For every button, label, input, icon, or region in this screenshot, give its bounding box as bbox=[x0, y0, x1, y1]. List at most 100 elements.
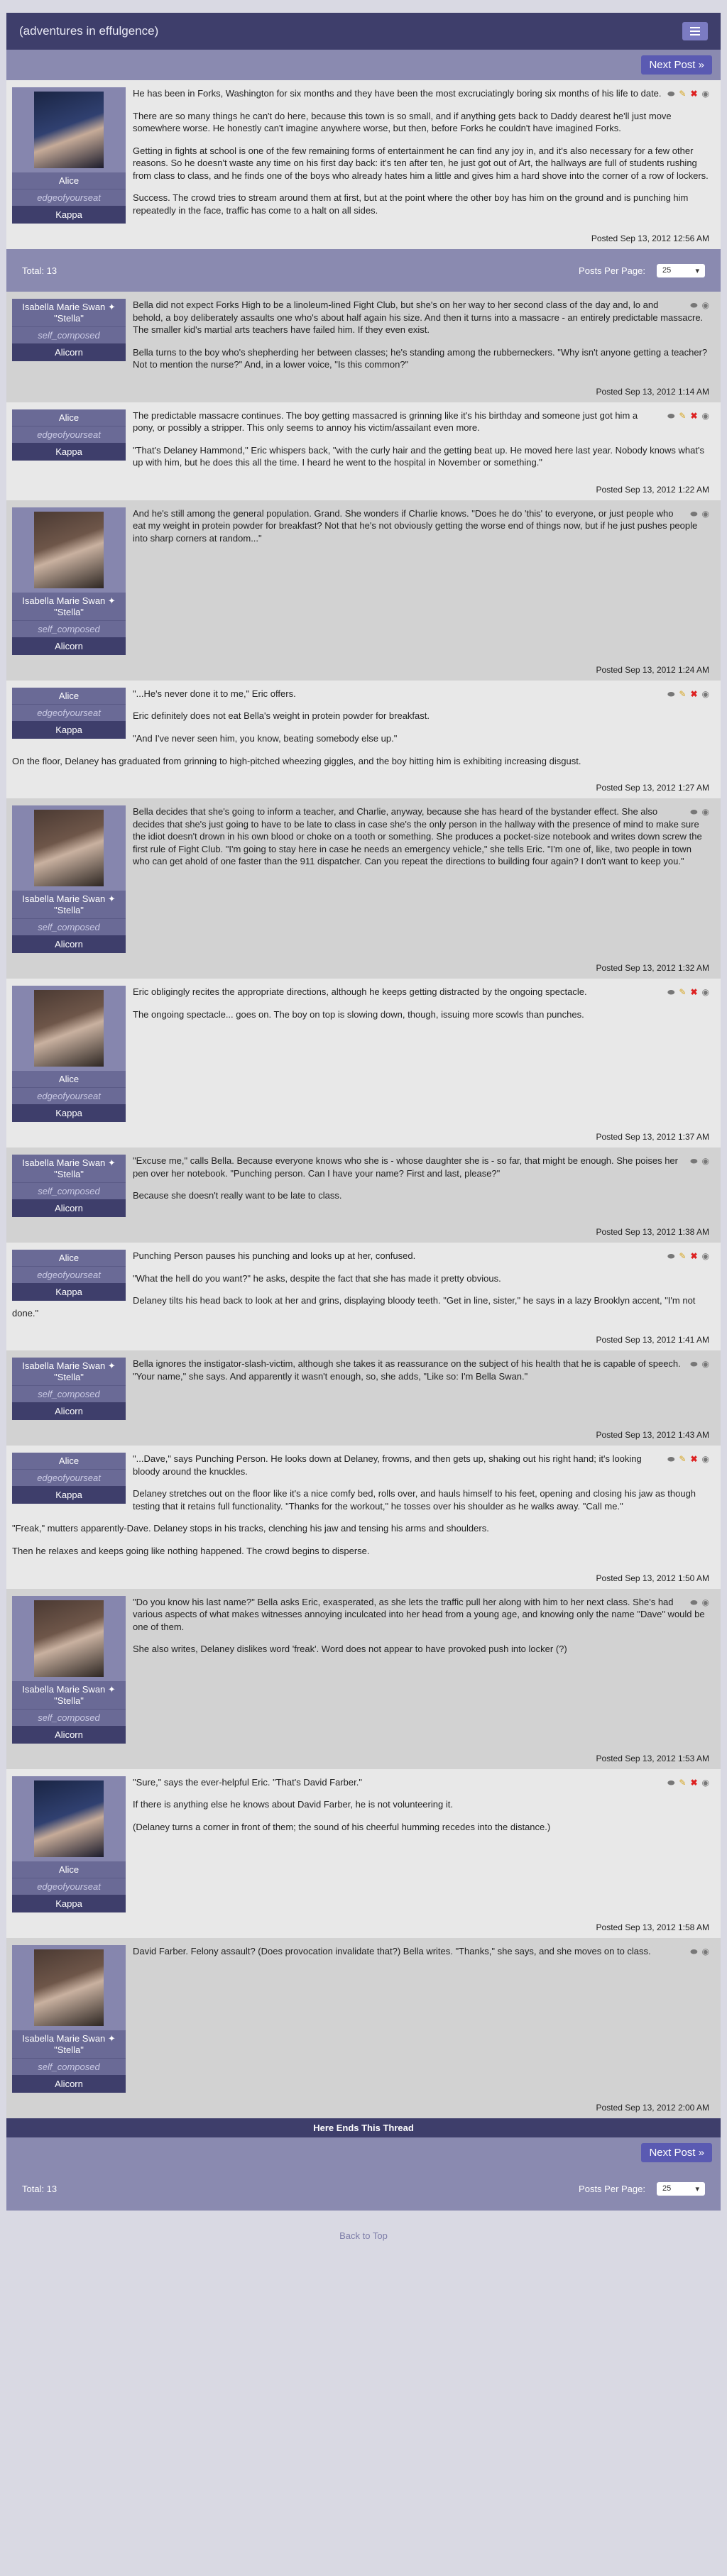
edit-icon[interactable]: ✎ bbox=[679, 987, 686, 998]
link-icon[interactable]: ⬬ bbox=[667, 1778, 674, 1788]
delete-icon[interactable]: ✖ bbox=[690, 89, 697, 99]
link-icon[interactable]: ⬬ bbox=[690, 300, 697, 311]
eye-icon[interactable]: ◉ bbox=[702, 300, 709, 311]
character-handle[interactable]: self_composed bbox=[12, 2057, 126, 2075]
site-title[interactable]: (adventures in effulgence) bbox=[19, 24, 158, 38]
character-community[interactable]: Kappa bbox=[12, 1104, 126, 1123]
character-community[interactable]: Alicorn bbox=[12, 1199, 126, 1218]
character-name[interactable]: Alice bbox=[12, 172, 126, 189]
post-actions: ⬬ ◉ bbox=[690, 1359, 709, 1370]
eye-icon[interactable]: ◉ bbox=[702, 1156, 709, 1167]
eye-icon[interactable]: ◉ bbox=[702, 509, 709, 519]
character-name[interactable]: Alice bbox=[12, 1250, 126, 1267]
character-community[interactable]: Kappa bbox=[12, 720, 126, 739]
eye-icon[interactable]: ◉ bbox=[702, 411, 709, 422]
character-name[interactable]: Alice bbox=[12, 409, 126, 426]
link-icon[interactable]: ⬬ bbox=[690, 1947, 697, 1957]
character-handle[interactable]: self_composed bbox=[12, 1385, 126, 1403]
character-name[interactable]: Alice bbox=[12, 1453, 126, 1470]
link-icon[interactable]: ⬬ bbox=[667, 1251, 674, 1262]
character-handle[interactable]: edgeofyourseat bbox=[12, 703, 126, 721]
character-name[interactable]: Isabella Marie Swan ✦ "Stella" bbox=[12, 1680, 126, 1709]
per-page-select-bottom[interactable]: 25 ▾ bbox=[657, 2182, 705, 2196]
link-icon[interactable]: ⬬ bbox=[667, 1454, 674, 1465]
next-post-button-bottom[interactable]: Next Post » bbox=[641, 2142, 712, 2162]
character-community[interactable]: Alicorn bbox=[12, 2074, 126, 2093]
character-community[interactable]: Kappa bbox=[12, 1894, 126, 1912]
character-handle[interactable]: self_composed bbox=[12, 326, 126, 343]
character-name[interactable]: Isabella Marie Swan ✦ "Stella" bbox=[12, 299, 126, 326]
edit-icon[interactable]: ✎ bbox=[679, 89, 686, 99]
delete-icon[interactable]: ✖ bbox=[690, 1454, 697, 1465]
character-community[interactable]: Alicorn bbox=[12, 1725, 126, 1744]
character-name[interactable]: Alice bbox=[12, 1861, 126, 1878]
next-post-button[interactable]: Next Post » bbox=[641, 55, 712, 75]
character-community[interactable]: Kappa bbox=[12, 1486, 126, 1504]
eye-icon[interactable]: ◉ bbox=[702, 1454, 709, 1465]
edit-icon[interactable]: ✎ bbox=[679, 1778, 686, 1788]
character-name[interactable]: Isabella Marie Swan ✦ "Stella" bbox=[12, 891, 126, 919]
eye-icon[interactable]: ◉ bbox=[702, 807, 709, 818]
eye-icon[interactable]: ◉ bbox=[702, 1359, 709, 1370]
edit-icon[interactable]: ✎ bbox=[679, 1251, 686, 1262]
avatar bbox=[12, 1944, 126, 2030]
link-icon[interactable]: ⬬ bbox=[690, 807, 697, 818]
character-community[interactable]: Alicorn bbox=[12, 1402, 126, 1421]
character-handle[interactable]: edgeofyourseat bbox=[12, 1266, 126, 1284]
character-name[interactable]: Isabella Marie Swan ✦ "Stella" bbox=[12, 2030, 126, 2058]
character-community[interactable]: Kappa bbox=[12, 1283, 126, 1301]
character-handle[interactable]: self_composed bbox=[12, 1182, 126, 1200]
character-handle[interactable]: self_composed bbox=[12, 620, 126, 637]
eye-icon[interactable]: ◉ bbox=[702, 689, 709, 700]
character-community[interactable]: Alicorn bbox=[12, 343, 126, 361]
link-icon[interactable]: ⬬ bbox=[690, 1156, 697, 1167]
link-icon[interactable]: ⬬ bbox=[690, 509, 697, 519]
link-icon[interactable]: ⬬ bbox=[667, 987, 674, 998]
character-card: Alice edgeofyourseat Kappa bbox=[12, 986, 126, 1123]
character-handle[interactable]: edgeofyourseat bbox=[12, 1469, 126, 1487]
character-handle[interactable]: edgeofyourseat bbox=[12, 425, 126, 443]
character-name[interactable]: Isabella Marie Swan ✦ "Stella" bbox=[12, 592, 126, 620]
eye-icon[interactable]: ◉ bbox=[702, 1778, 709, 1788]
character-name[interactable]: Alice bbox=[12, 1071, 126, 1088]
link-icon[interactable]: ⬬ bbox=[690, 1359, 697, 1370]
hamburger-menu-icon[interactable] bbox=[682, 22, 708, 40]
character-name[interactable]: Alice bbox=[12, 687, 126, 704]
eye-icon[interactable]: ◉ bbox=[702, 89, 709, 99]
link-icon[interactable]: ⬬ bbox=[667, 411, 674, 422]
delete-icon[interactable]: ✖ bbox=[690, 1251, 697, 1262]
site-header: (adventures in effulgence) bbox=[6, 13, 721, 50]
character-name[interactable]: Isabella Marie Swan ✦ "Stella" bbox=[12, 1155, 126, 1183]
character-name[interactable]: Isabella Marie Swan ✦ "Stella" bbox=[12, 1358, 126, 1386]
eye-icon[interactable]: ◉ bbox=[702, 1251, 709, 1262]
character-handle[interactable]: edgeofyourseat bbox=[12, 1877, 126, 1895]
eye-icon[interactable]: ◉ bbox=[702, 987, 709, 998]
character-handle[interactable]: self_composed bbox=[12, 918, 126, 936]
edit-icon[interactable]: ✎ bbox=[679, 689, 686, 700]
per-page-select[interactable]: 25 ▾ bbox=[657, 263, 705, 277]
eye-icon[interactable]: ◉ bbox=[702, 1947, 709, 1957]
character-handle[interactable]: edgeofyourseat bbox=[12, 1087, 126, 1105]
link-icon[interactable]: ⬬ bbox=[690, 1597, 697, 1608]
delete-icon[interactable]: ✖ bbox=[690, 689, 697, 700]
delete-icon[interactable]: ✖ bbox=[690, 411, 697, 422]
chevron-down-icon: ▾ bbox=[695, 2185, 699, 2194]
edit-icon[interactable]: ✎ bbox=[679, 1454, 686, 1465]
nav-bar-bottom: Next Post » bbox=[6, 2137, 721, 2168]
character-community[interactable]: Alicorn bbox=[12, 935, 126, 954]
character-card: Alice edgeofyourseat Kappa bbox=[12, 409, 126, 461]
character-community[interactable]: Kappa bbox=[12, 442, 126, 461]
post-actions: ⬬ ◉ bbox=[690, 300, 709, 311]
edit-icon[interactable]: ✎ bbox=[679, 411, 686, 422]
character-community[interactable]: Alicorn bbox=[12, 637, 126, 655]
avatar bbox=[12, 87, 126, 172]
character-handle[interactable]: self_composed bbox=[12, 1708, 126, 1726]
eye-icon[interactable]: ◉ bbox=[702, 1597, 709, 1608]
link-icon[interactable]: ⬬ bbox=[667, 689, 674, 700]
character-community[interactable]: Kappa bbox=[12, 206, 126, 224]
character-handle[interactable]: edgeofyourseat bbox=[12, 189, 126, 206]
back-to-top-link[interactable]: Back to Top bbox=[6, 2211, 721, 2284]
link-icon[interactable]: ⬬ bbox=[667, 89, 674, 99]
delete-icon[interactable]: ✖ bbox=[690, 1778, 697, 1788]
delete-icon[interactable]: ✖ bbox=[690, 987, 697, 998]
